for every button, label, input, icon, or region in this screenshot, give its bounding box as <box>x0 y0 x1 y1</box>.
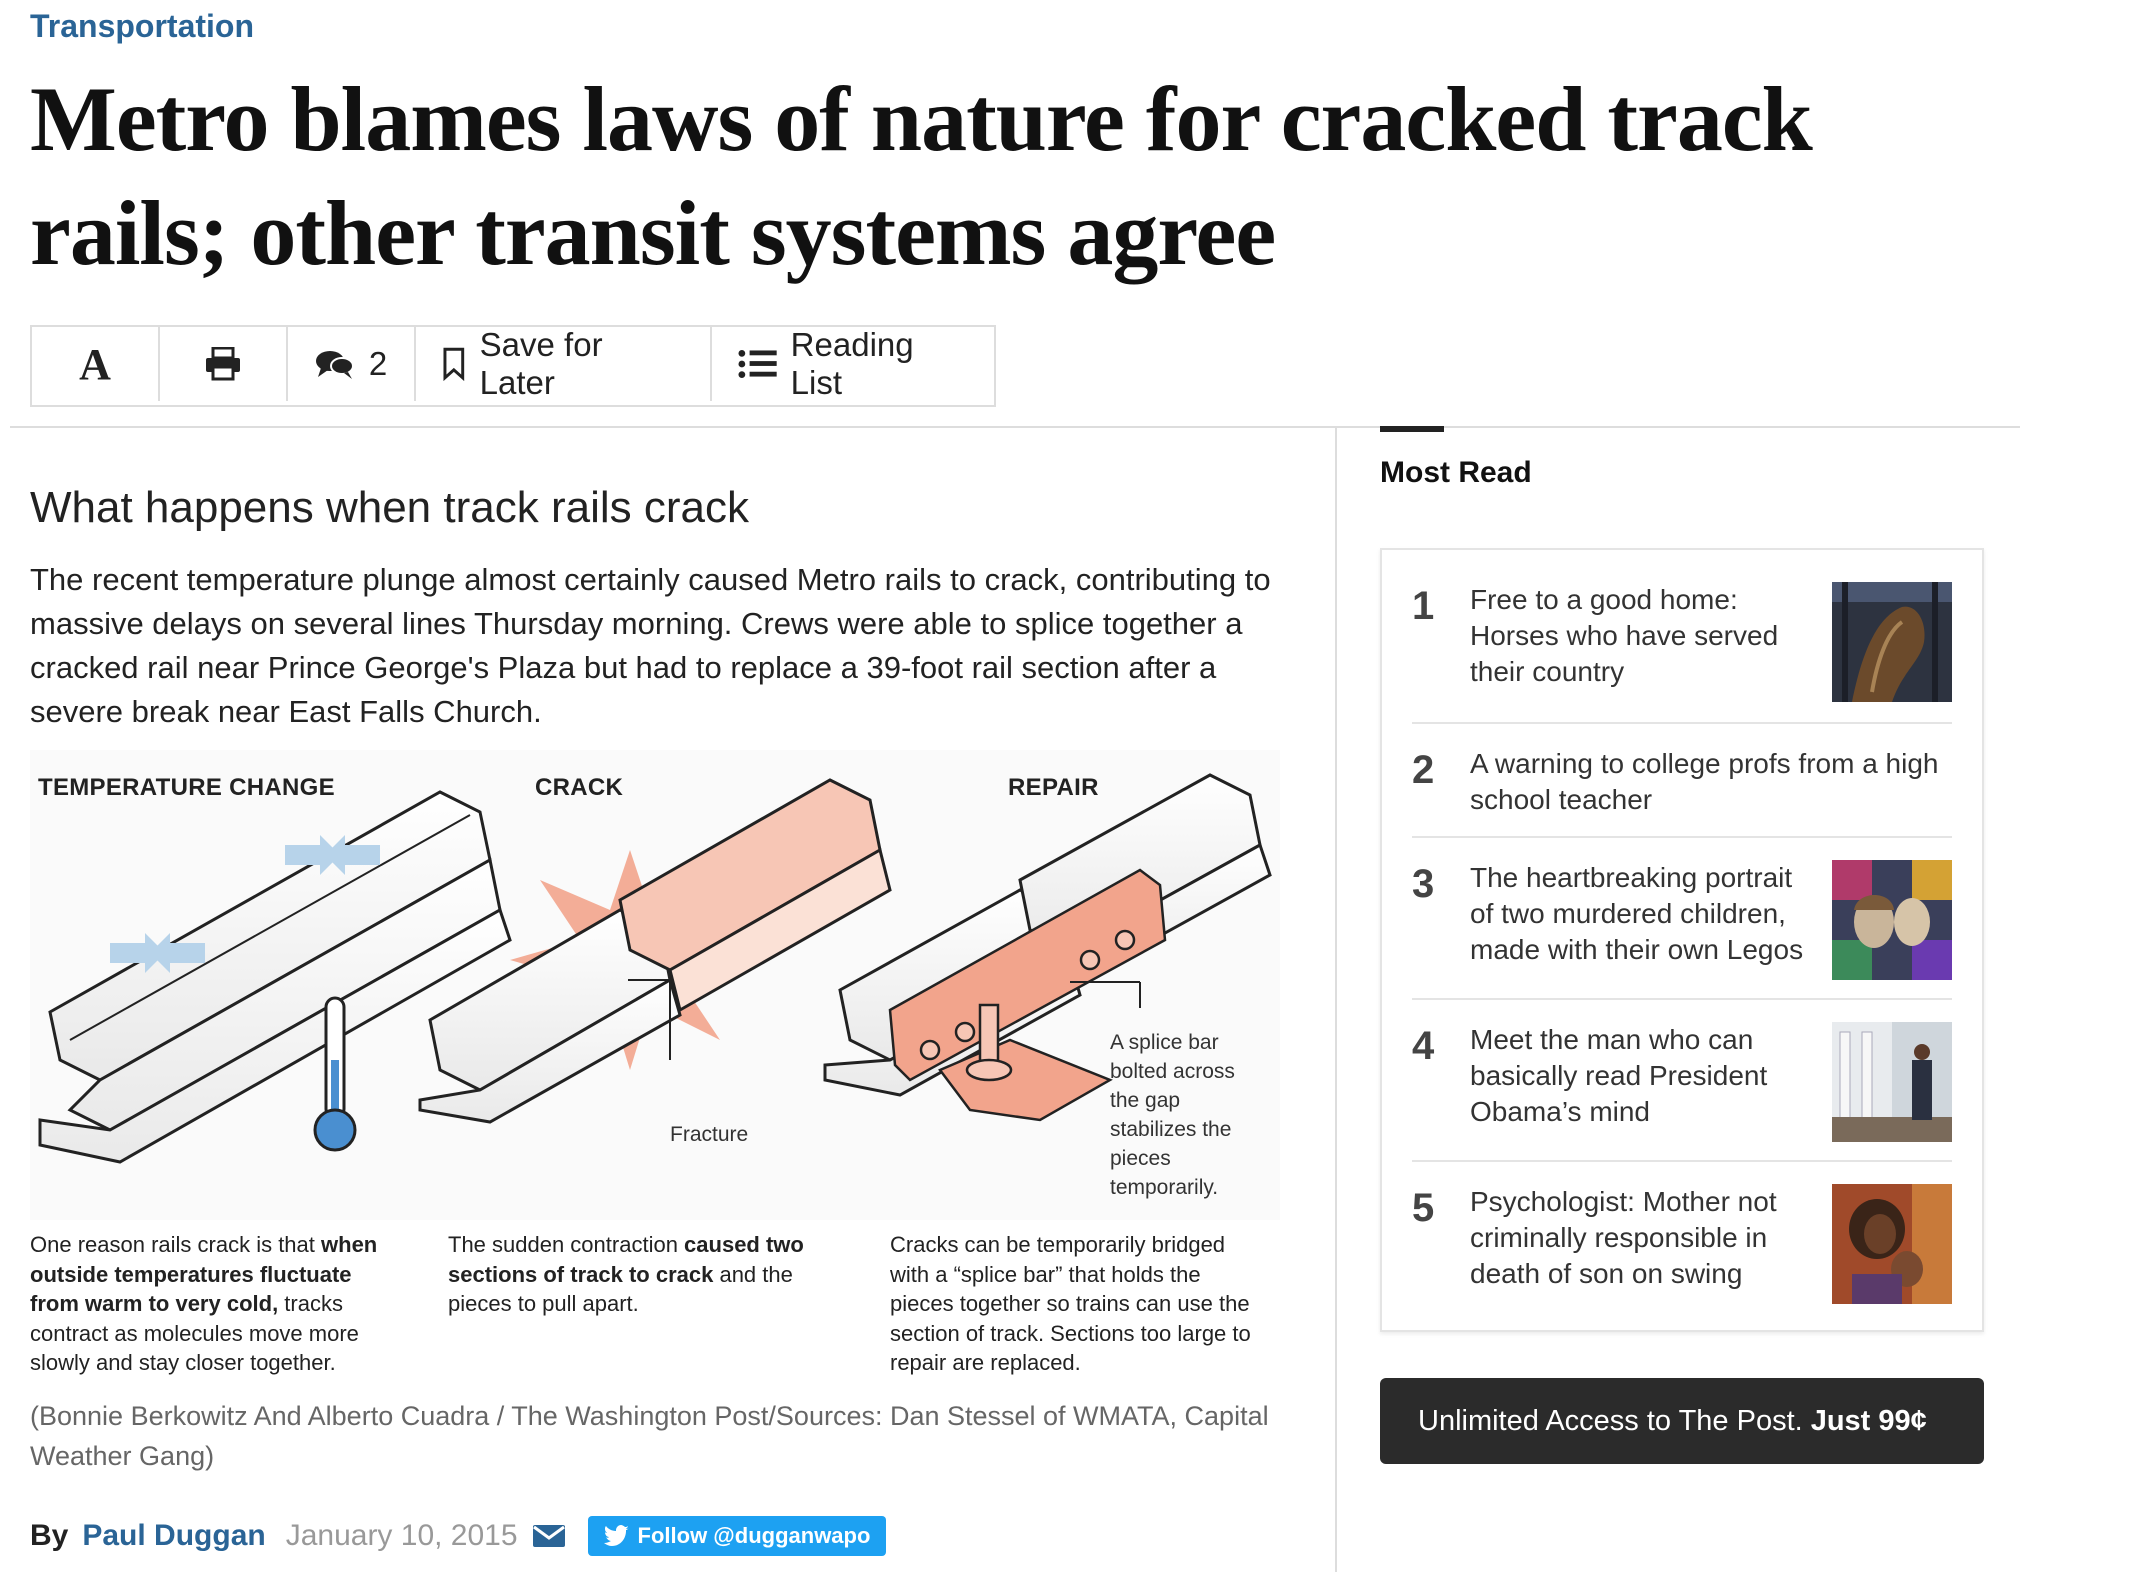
reading-list-button[interactable]: Reading List <box>712 326 994 401</box>
caption-crack: The sudden contraction caused two sectio… <box>448 1230 828 1319</box>
article-headline: Metro blames laws of nature for cracked … <box>30 68 1813 284</box>
byline: By Paul Duggan January 10, 2015 Follow @… <box>30 1516 887 1556</box>
story-link[interactable]: Psychologist: Mother not criminally resp… <box>1470 1184 1820 1292</box>
story-link[interactable]: The heartbreaking portrait of two murder… <box>1470 860 1820 968</box>
font-size-button[interactable]: A <box>32 327 160 401</box>
story-link[interactable]: Meet the man who can basically read Pres… <box>1470 1022 1820 1130</box>
column-divider <box>1335 426 1337 1572</box>
promo-text: Unlimited Access to The Post. <box>1418 1404 1803 1437</box>
most-read-item[interactable]: 4 Meet the man who can basically read Pr… <box>1412 1006 1952 1156</box>
white-house-thumbnail[interactable] <box>1832 1022 1952 1142</box>
splice-note-line: stabilizes the <box>1110 1118 1232 1141</box>
caption-repair: Cracks can be temporarily bridged with a… <box>890 1232 1251 1375</box>
most-read-accent <box>1380 426 1444 432</box>
share-toolbar: A 2 Save for Later Reading List <box>30 325 996 407</box>
most-read-list: 1 Free to a good home: Horses who have s… <box>1380 548 1984 1332</box>
panel-title-repair: REPAIR <box>1008 774 1099 801</box>
story-link[interactable]: Free to a good home: Horses who have ser… <box>1470 582 1820 690</box>
list-icon <box>738 349 777 379</box>
item-divider <box>1412 722 1952 724</box>
splice-note-line: pieces <box>1110 1147 1171 1170</box>
promo-price: Just 99¢ <box>1810 1404 1927 1437</box>
graphic-subhead: What happens when track rails crack <box>30 483 749 532</box>
splice-note-line: A splice bar <box>1110 1031 1219 1054</box>
caption-text: One reason rails crack is that <box>30 1232 322 1257</box>
mother-son-thumbnail[interactable] <box>1832 1184 1952 1304</box>
bookmark-icon <box>443 347 465 381</box>
twitter-follow-button[interactable]: Follow @dugganwapo <box>587 1516 887 1556</box>
most-read-title: Most Read <box>1380 456 1532 489</box>
rank-number: 3 <box>1412 862 1435 906</box>
byline-by: By <box>30 1519 69 1552</box>
splice-note: A splice bar bolted across the gap stabi… <box>1110 1028 1235 1202</box>
rank-number: 1 <box>1412 584 1435 628</box>
most-read-item[interactable]: 5 Psychologist: Mother not criminally re… <box>1412 1168 1952 1318</box>
graphic-lede: The recent temperature plunge almost cer… <box>30 562 1271 729</box>
print-button[interactable] <box>160 327 288 401</box>
publish-date: January 10, 2015 <box>285 1519 518 1552</box>
caption-text: The sudden contraction <box>448 1232 685 1257</box>
print-icon <box>206 347 240 381</box>
graphic-captions: One reason rails crack is that when outs… <box>30 1230 1290 1380</box>
lego-portrait-thumbnail[interactable] <box>1832 860 1952 980</box>
fracture-label: Fracture <box>670 1123 749 1146</box>
rank-number: 2 <box>1412 748 1435 792</box>
save-for-later-label: Save for Later <box>479 326 603 401</box>
comments-count: 2 <box>368 345 388 382</box>
rank-number: 5 <box>1412 1186 1435 1230</box>
comments-icon <box>315 351 354 379</box>
splice-note-line: temporarily. <box>1110 1176 1219 1199</box>
most-read-item[interactable]: 1 Free to a good home: Horses who have s… <box>1412 566 1952 716</box>
item-divider <box>1412 998 1952 1000</box>
header-divider <box>10 426 2020 428</box>
splice-note-line: bolted across <box>1110 1060 1235 1083</box>
caption-temperature: One reason rails crack is that when outs… <box>30 1230 400 1378</box>
subscribe-promo-button[interactable]: Unlimited Access to The Post. Just 99¢ <box>1380 1378 1984 1464</box>
font-size-icon: A <box>79 339 111 389</box>
item-divider <box>1412 836 1952 838</box>
panel-title-temperature: TEMPERATURE CHANGE <box>38 774 335 801</box>
item-divider <box>1412 1160 1952 1162</box>
story-link[interactable]: A warning to college profs from a high s… <box>1470 746 1950 818</box>
twitter-bird-icon <box>603 1525 629 1546</box>
email-icon[interactable] <box>532 1524 566 1548</box>
rank-number: 4 <box>1412 1024 1435 1068</box>
rail-illustration <box>30 750 1280 1220</box>
reading-list-label: Reading List <box>790 326 914 401</box>
graphic-credit: (Bonnie Berkowitz And Alberto Cuadra / T… <box>30 1401 1269 1471</box>
horse-thumbnail[interactable] <box>1832 582 1952 702</box>
author-link[interactable]: Paul Duggan <box>82 1519 265 1553</box>
save-for-later-button[interactable]: Save for Later <box>416 326 712 401</box>
twitter-follow-label: Follow @dugganwapo <box>637 1523 871 1548</box>
most-read-item[interactable]: 3 The heartbreaking portrait of two murd… <box>1412 844 1952 994</box>
comments-button[interactable]: 2 <box>288 327 416 401</box>
rail-crack-graphic: TEMPERATURE CHANGE CRACK REPAIR Fracture… <box>30 750 1280 1220</box>
splice-note-line: the gap <box>1110 1089 1181 1112</box>
panel-title-crack: CRACK <box>535 774 624 801</box>
section-kicker[interactable]: Transportation <box>30 8 254 45</box>
